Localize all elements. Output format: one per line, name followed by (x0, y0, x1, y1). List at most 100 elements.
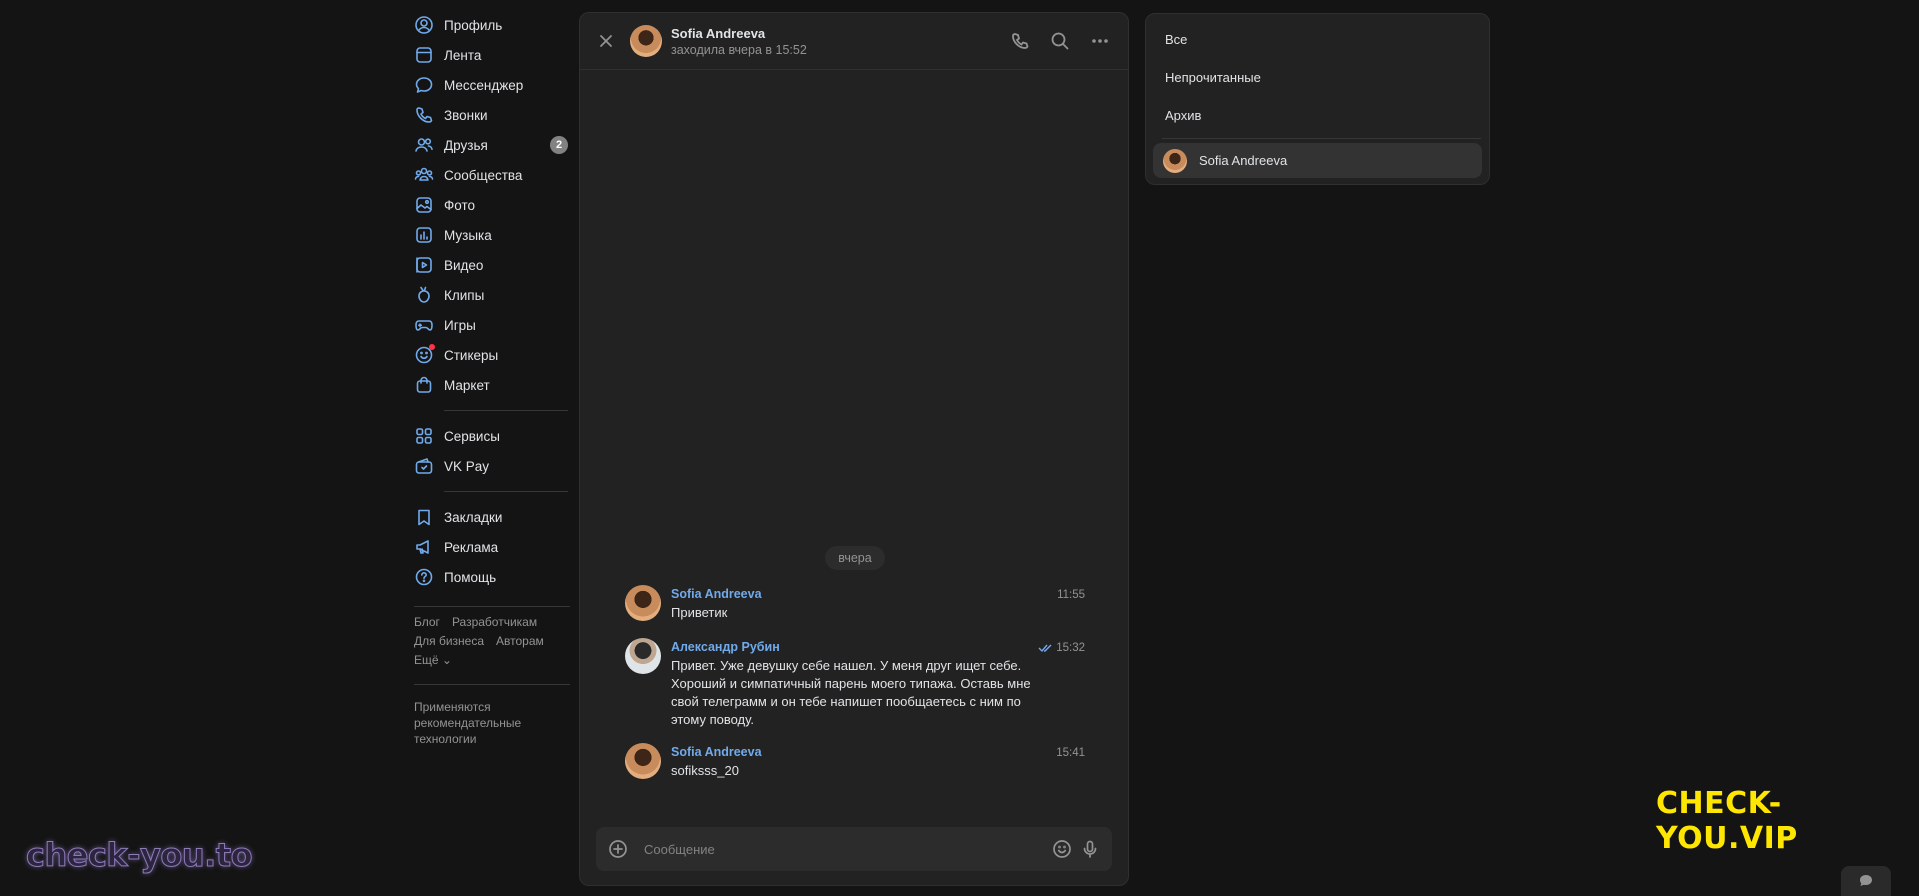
divider (414, 606, 570, 607)
message-author[interactable]: Sofia Andreeva (671, 745, 1085, 759)
message-text: Приветик (671, 605, 728, 620)
message-author[interactable]: Александр Рубин (671, 640, 1085, 654)
sidebar-item-vkpay[interactable]: VK Pay (414, 451, 570, 481)
sidebar-item-friends[interactable]: Друзья 2 (414, 130, 570, 160)
sidebar-item-photos[interactable]: Фото (414, 190, 570, 220)
sidebar-item-label: Маркет (444, 377, 490, 393)
emoji-button[interactable] (1048, 835, 1076, 863)
chat-header-actions (1000, 29, 1120, 53)
sidebar-item-label: Закладки (444, 509, 503, 525)
chat-header: Sofia Andreeva заходила вчера в 15:52 (580, 13, 1128, 70)
footer-link-business[interactable]: Для бизнеса (414, 634, 484, 648)
gamepad-icon (414, 315, 434, 335)
filter-archive[interactable]: Архив (1146, 96, 1489, 134)
message-composer (596, 827, 1112, 871)
close-chat-button[interactable] (594, 29, 618, 53)
notification-dot (429, 344, 435, 350)
watermark-right: CHECK-YOU.VIP (1656, 786, 1798, 856)
sidebar-item-bookmarks[interactable]: Закладки (414, 502, 570, 532)
phone-icon (414, 105, 434, 125)
sidebar-item-label: Мессенджер (444, 77, 524, 93)
sidebar-item-market[interactable]: Маркет (414, 370, 570, 400)
phone-icon (1012, 33, 1029, 49)
video-icon (414, 255, 434, 275)
message-text: sofiksss_20 (671, 763, 739, 778)
read-check-icon (1038, 644, 1052, 653)
services-icon (414, 426, 434, 446)
search-icon (1051, 32, 1069, 50)
contact-info[interactable]: Sofia Andreeva заходила вчера в 15:52 (671, 26, 807, 57)
sidebar-item-messenger[interactable]: Мессенджер (414, 70, 570, 100)
footer-link-blog[interactable]: Блог (414, 615, 440, 629)
divider (414, 684, 570, 685)
message-item[interactable]: Александр Рубин Привет. Уже девушку себе… (625, 638, 1085, 729)
sidebar-item-ads[interactable]: Реклама (414, 532, 570, 562)
watermark-left: check-you.to (25, 836, 253, 875)
sidebar-item-label: Звонки (444, 107, 488, 123)
message-input[interactable] (642, 840, 1048, 858)
footer-link-developers[interactable]: Разработчикам (452, 615, 537, 629)
megaphone-icon (414, 537, 434, 557)
wallet-icon (414, 456, 434, 476)
sidebar-item-feed[interactable]: Лента (414, 40, 570, 70)
conversation-name: Sofia Andreeva (1199, 153, 1288, 168)
voice-message-button[interactable] (1076, 835, 1104, 863)
groups-icon (414, 165, 434, 185)
date-divider: вчера (825, 546, 885, 570)
filter-all[interactable]: Все (1146, 20, 1489, 58)
message-avatar[interactable] (625, 585, 661, 621)
divider (444, 410, 568, 411)
attach-button[interactable] (604, 835, 632, 863)
conversation-avatar (1163, 148, 1187, 173)
call-button[interactable] (1000, 29, 1040, 53)
sidebar-item-services[interactable]: Сервисы (414, 421, 570, 451)
recommendation-note[interactable]: Применяются рекомендательные технологии (414, 699, 570, 747)
sidebar-item-label: Фото (444, 197, 476, 213)
bag-icon (414, 375, 434, 395)
filter-unread[interactable]: Непрочитанные (1146, 58, 1489, 96)
contact-avatar[interactable] (630, 25, 662, 57)
message-item[interactable]: Sofia Andreeva Приветик 11:55 (625, 585, 1085, 622)
message-author[interactable]: Sofia Andreeva (671, 587, 1085, 601)
sidebar-item-communities[interactable]: Сообщества (414, 160, 570, 190)
search-button[interactable] (1040, 29, 1080, 53)
message-time-text: 15:32 (1056, 642, 1085, 654)
sidebar-item-label: Реклама (444, 539, 499, 555)
users-icon (414, 135, 434, 155)
sidebar-item-label: Видео (444, 257, 484, 273)
message-icon (414, 75, 434, 95)
sidebar-item-help[interactable]: Помощь (414, 562, 570, 592)
sidebar-item-games[interactable]: Игры (414, 310, 570, 340)
message-item[interactable]: Sofia Andreeva sofiksss_20 15:41 (625, 743, 1085, 780)
sidebar-item-label: Клипы (444, 287, 485, 303)
message-time: 15:41 (1056, 747, 1085, 759)
feed-icon (414, 45, 434, 65)
sidebar-item-video[interactable]: Видео (414, 250, 570, 280)
sidebar-item-calls[interactable]: Звонки (414, 100, 570, 130)
sidebar-item-label: Профиль (444, 17, 503, 33)
divider (444, 491, 568, 492)
message-avatar[interactable] (625, 743, 661, 779)
plus-circle-icon (609, 840, 627, 858)
sidebar-item-profile[interactable]: Профиль (414, 10, 570, 40)
footer-links: Блог Разработчикам Для бизнеса Авторам Ещё… (414, 613, 570, 670)
sidebar-item-stickers[interactable]: Стикеры (414, 340, 570, 370)
message-text: Привет. Уже девушку себе нашел. У меня д… (671, 658, 1031, 727)
message-avatar[interactable] (625, 638, 661, 674)
close-icon (600, 35, 612, 47)
footer-link-authors[interactable]: Авторам (496, 634, 544, 648)
chat-panel: Sofia Andreeva заходила вчера в 15:52 вч… (579, 12, 1129, 886)
more-button[interactable] (1080, 29, 1120, 53)
sidebar-item-music[interactable]: Музыка (414, 220, 570, 250)
more-icon (1092, 39, 1108, 43)
chat-widget-button[interactable] (1841, 866, 1891, 896)
footer-link-more[interactable]: Ещё ⌄ (414, 653, 452, 667)
left-sidebar: Профиль Лента Мессенджер Звонки Друзья 2… (414, 10, 570, 747)
conversation-item[interactable]: Sofia Andreeva (1153, 143, 1482, 178)
sidebar-item-label: Игры (444, 317, 476, 333)
sidebar-item-label: Помощь (444, 569, 497, 585)
sidebar-item-clips[interactable]: Клипы (414, 280, 570, 310)
contact-name: Sofia Andreeva (671, 25, 766, 41)
sidebar-item-label: Музыка (444, 227, 492, 243)
message-time: 15:32 (1038, 642, 1085, 654)
